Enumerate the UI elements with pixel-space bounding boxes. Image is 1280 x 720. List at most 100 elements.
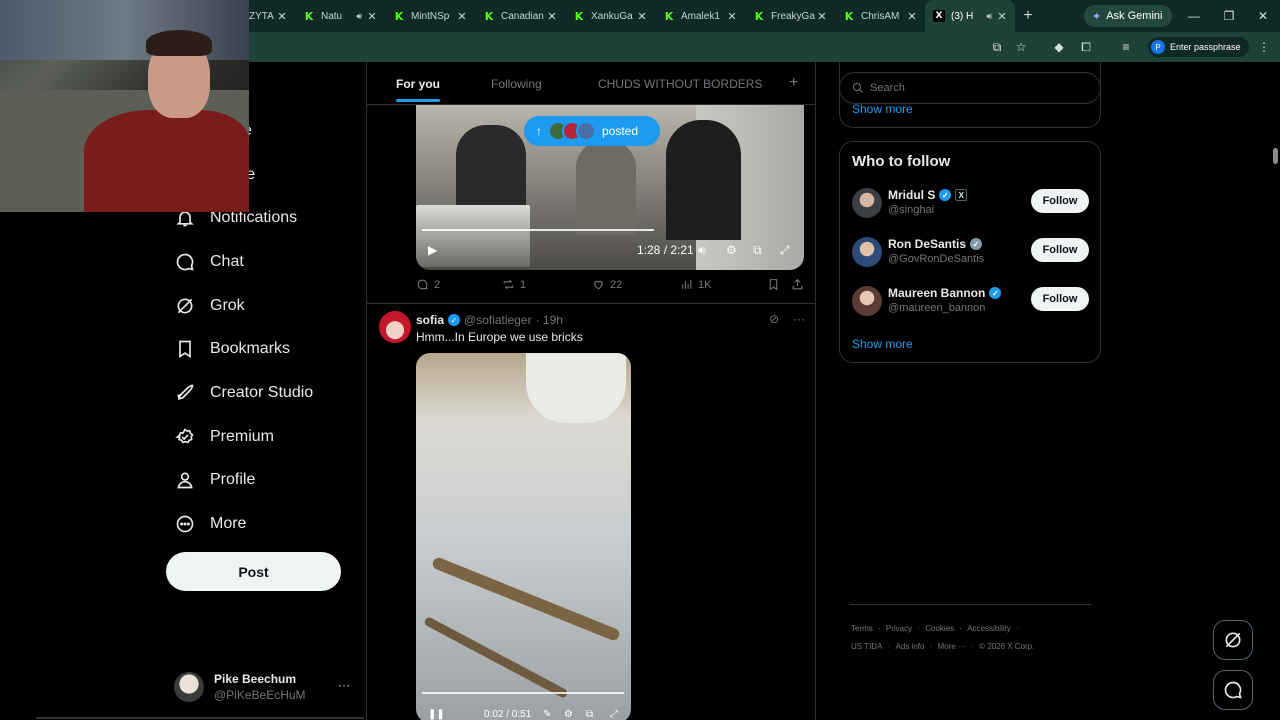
show-more-link[interactable]: Show more (852, 337, 913, 351)
restore-icon[interactable]: ❐ (1221, 8, 1237, 24)
footer-link-us-tida[interactable]: US TIDA (851, 642, 882, 651)
fullscreen-icon[interactable]: ⤢ (610, 709, 618, 720)
more-dots-icon[interactable]: ··· (793, 312, 805, 326)
premium-icon (174, 426, 196, 448)
repost-button[interactable]: 1 (502, 278, 526, 291)
minimize-icon[interactable]: — (1186, 8, 1202, 24)
kick-icon: K (574, 9, 584, 23)
post-button[interactable]: Post (166, 552, 341, 591)
pause-icon[interactable]: ❚❚ (428, 709, 445, 720)
close-icon[interactable]: ✕ (545, 10, 559, 23)
settings-gear-icon[interactable]: ⚙ (726, 243, 737, 257)
author-handle[interactable]: @sofiatieger (464, 313, 532, 327)
install-app-icon[interactable]: ⧉ (989, 39, 1005, 55)
pip-icon[interactable]: ⧉ (586, 709, 593, 720)
window-close-icon[interactable]: ✕ (1255, 8, 1271, 24)
nav-item-grok[interactable]: Grok (174, 290, 245, 322)
browser-tab[interactable]: ZYTA ✕ (245, 0, 295, 32)
more-dots-icon[interactable]: ··· (338, 678, 350, 692)
avatar (852, 237, 882, 267)
close-icon[interactable]: ✕ (905, 10, 919, 23)
nav-label: Chat (210, 253, 244, 270)
add-tab-button[interactable]: + (789, 74, 798, 92)
search-box[interactable] (839, 72, 1101, 104)
footer-link-more[interactable]: More ··· (938, 642, 966, 651)
video-time: 0:02 / 0:51 (484, 709, 532, 720)
search-input[interactable] (870, 82, 1090, 94)
follow-suggestion[interactable]: Mridul S ✓ X @singhai Follow (852, 186, 1092, 222)
browser-tab-active[interactable]: X (3) H 🔊︎ ✕ (925, 0, 1015, 32)
follow-suggestion[interactable]: Ron DeSantis ✓ @GovRonDeSantis Follow (852, 235, 1092, 271)
nav-item-creator-studio[interactable]: Creator Studio (174, 377, 313, 409)
video-player[interactable]: ❚❚ 0:02 / 0:51 ✎ ⚙ ⧉ ⤢ (416, 353, 631, 720)
video-scrubber[interactable] (422, 692, 624, 694)
views-button[interactable]: 1K (680, 278, 711, 291)
browser-tab[interactable]: K Natu 🔊︎ ✕ (295, 0, 385, 32)
avatar[interactable] (379, 311, 411, 343)
follow-button[interactable]: Follow (1031, 189, 1089, 213)
close-icon[interactable]: ✕ (725, 10, 739, 23)
footer-link-privacy[interactable]: Privacy (886, 624, 912, 633)
footer-link-ads-info[interactable]: Ads info (896, 642, 925, 651)
bookmark-button[interactable] (767, 278, 780, 291)
follow-button[interactable]: Follow (1031, 287, 1089, 311)
new-tab-button[interactable]: + (1015, 3, 1041, 29)
video-scrubber[interactable] (422, 229, 654, 231)
media-controls-icon[interactable]: ≡ (1118, 39, 1134, 55)
footer-link-accessibility[interactable]: Accessibility (967, 624, 1011, 633)
browser-tab[interactable]: K Amalek1 ✕ (655, 0, 745, 32)
extensions-puzzle-icon[interactable]: ⧠ (1078, 39, 1094, 55)
browser-tab[interactable]: K ChrisAM ✕ (835, 0, 925, 32)
close-icon[interactable]: ✕ (995, 10, 1009, 23)
browser-menu-icon[interactable]: ⋮ (1256, 39, 1272, 55)
footer-link-terms[interactable]: Terms (851, 624, 873, 633)
speaker-icon[interactable]: 🔊︎ (986, 11, 992, 22)
x-icon: X (933, 10, 945, 22)
settings-gear-icon[interactable]: ⚙ (564, 709, 573, 720)
browser-tab[interactable]: K FreakyGa ✕ (745, 0, 835, 32)
passphrase-button[interactable]: P Enter passphrase (1148, 37, 1249, 57)
nav-item-more[interactable]: More (174, 508, 246, 540)
author-name[interactable]: sofia (416, 313, 444, 327)
tab-for-you[interactable]: For you (396, 77, 440, 102)
nav-item-premium[interactable]: Premium (174, 421, 274, 453)
tab-following[interactable]: Following (491, 77, 542, 91)
like-button[interactable]: 22 (592, 278, 622, 291)
nav-item-profile[interactable]: Profile (174, 464, 255, 496)
new-posts-pill[interactable]: ↑ posted (524, 116, 660, 146)
fullscreen-icon[interactable]: ⤢ (780, 243, 790, 258)
close-icon[interactable]: ✕ (815, 10, 829, 23)
play-icon[interactable]: ▶ (428, 243, 437, 257)
browser-tab[interactable]: K XankuGa ✕ (565, 0, 655, 32)
grok-icon[interactable]: ⊘ (769, 312, 779, 326)
follow-button[interactable]: Follow (1031, 238, 1089, 262)
bookmark-star-icon[interactable]: ☆ (1013, 39, 1029, 55)
reply-button[interactable]: 2 (416, 278, 440, 291)
nav-item-bookmarks[interactable]: Bookmarks (174, 333, 290, 365)
close-icon[interactable]: ✕ (275, 10, 289, 23)
browser-tab[interactable]: K MintNSp ✕ (385, 0, 475, 32)
close-icon[interactable]: ✕ (365, 10, 379, 23)
nav-item-chat[interactable]: Chat (174, 246, 244, 278)
page-scrollbar[interactable] (1270, 62, 1280, 720)
grok-fab-button[interactable] (1213, 620, 1253, 660)
share-button[interactable] (791, 278, 804, 291)
volume-icon[interactable]: ✎ (543, 709, 551, 720)
show-more-link[interactable]: Show more (852, 102, 913, 116)
scrollbar-thumb[interactable] (1273, 148, 1278, 164)
chat-fab-button[interactable] (1213, 670, 1253, 710)
post-time[interactable]: · 19h (536, 313, 563, 327)
account-switcher[interactable]: Pike Beechum @PiKeBeEcHuM ··· (174, 668, 354, 708)
close-icon[interactable]: ✕ (455, 10, 469, 23)
close-icon[interactable]: ✕ (635, 10, 649, 23)
follow-suggestion[interactable]: Maureen Bannon ✓ @maureen_bannon Follow (852, 284, 1092, 320)
ask-gemini-button[interactable]: ✦ Ask Gemini (1084, 5, 1173, 27)
browser-tab[interactable]: K Canadian ✕ (475, 0, 565, 32)
tab-chuds-without-borders[interactable]: CHUDS WITHOUT BORDERS (598, 77, 762, 91)
verified-badge-icon: ✓ (989, 287, 1002, 299)
extension-shield-icon[interactable]: ◆ (1051, 39, 1067, 55)
speaker-icon[interactable]: 🔊︎ (356, 11, 362, 22)
footer-link-cookies[interactable]: Cookies (925, 624, 954, 633)
volume-icon[interactable]: 🔊︎ (698, 243, 706, 258)
pip-icon[interactable]: ⧉ (753, 243, 762, 258)
